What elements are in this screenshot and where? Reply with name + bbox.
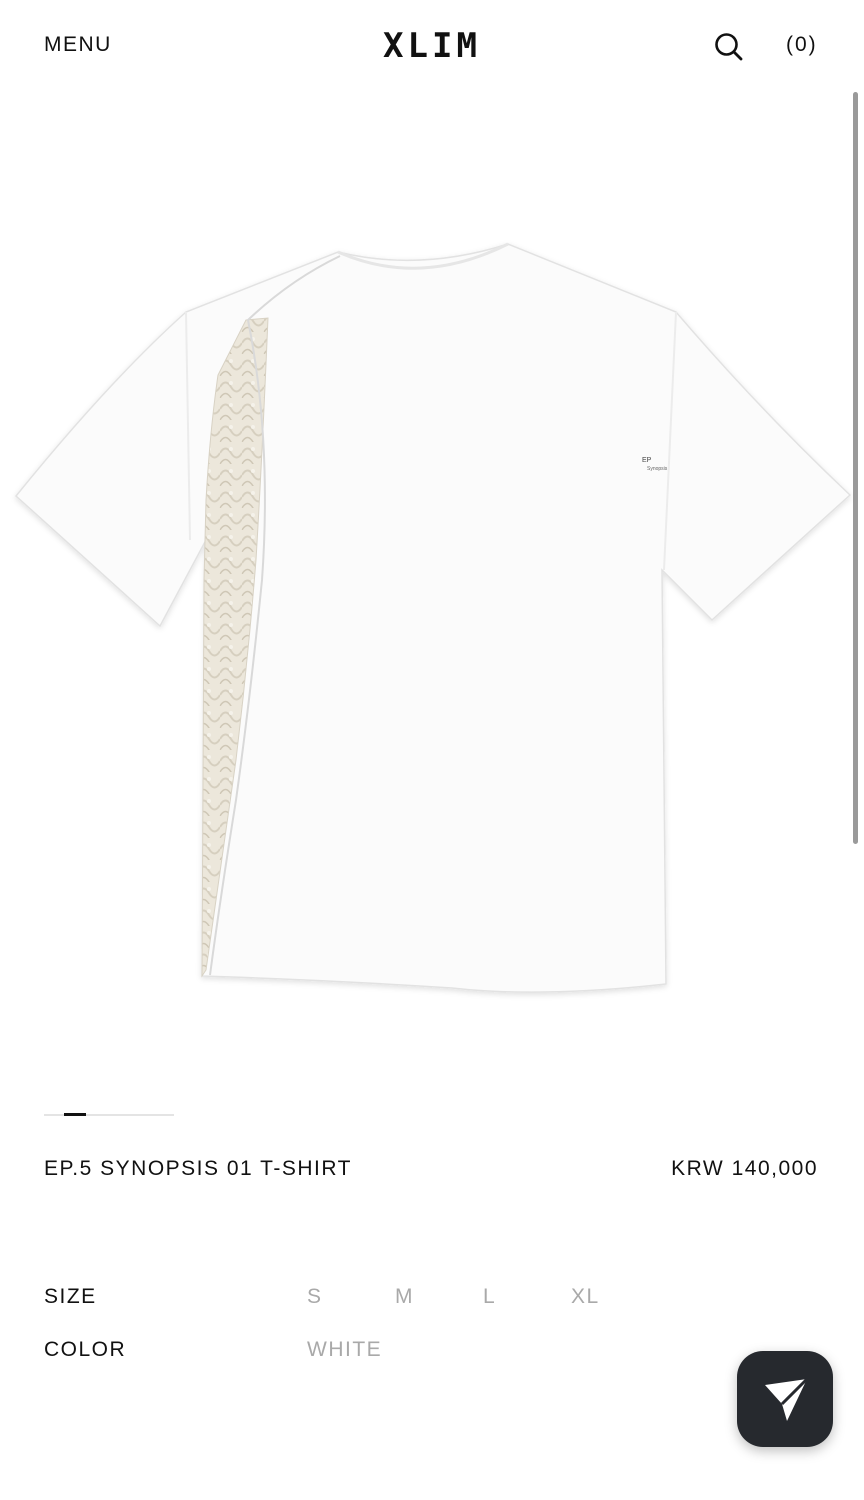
search-icon[interactable] xyxy=(712,30,746,64)
product-page: MENU XLIM (0) EP Synopsis EP.5 SYNOPSIS … xyxy=(0,0,864,1500)
cart-button[interactable]: (0) xyxy=(786,33,818,57)
size-option-s[interactable]: S xyxy=(307,1285,323,1309)
send-icon xyxy=(765,1377,809,1421)
header: MENU XLIM (0) xyxy=(0,0,864,92)
product-price: KRW 140,000 xyxy=(671,1157,818,1180)
color-label: COLOR xyxy=(44,1338,127,1361)
carousel-active-dot xyxy=(64,1113,86,1116)
svg-text:EP: EP xyxy=(642,457,652,464)
carousel-indicator[interactable] xyxy=(44,1113,174,1116)
svg-text:Synopsis: Synopsis xyxy=(647,466,668,472)
size-option-m[interactable]: M xyxy=(395,1285,414,1309)
size-option-l[interactable]: L xyxy=(483,1285,496,1309)
size-label: SIZE xyxy=(44,1285,97,1308)
color-option-white[interactable]: WHITE xyxy=(307,1338,382,1362)
size-option-xl[interactable]: XL xyxy=(571,1285,600,1309)
product-name: EP.5 SYNOPSIS 01 T-SHIRT xyxy=(44,1157,352,1180)
chat-send-button[interactable] xyxy=(737,1351,833,1447)
product-image[interactable]: EP Synopsis xyxy=(0,200,864,1020)
